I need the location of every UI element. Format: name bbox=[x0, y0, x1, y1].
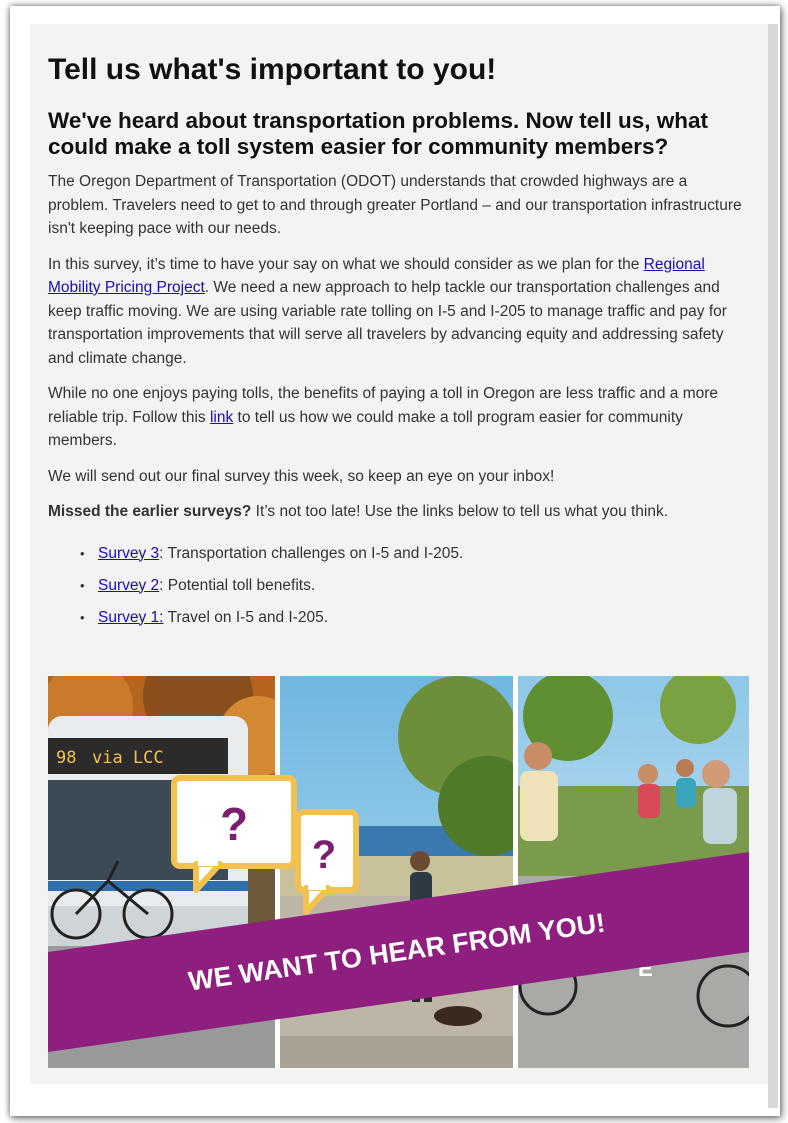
missed-surveys-bold: Missed the earlier surveys? bbox=[48, 503, 252, 520]
intro-paragraph: The Oregon Department of Transportation … bbox=[48, 173, 742, 237]
question-mark-icon: ? bbox=[312, 833, 336, 877]
survey-1-text: Travel on I-5 and I-205. bbox=[163, 608, 329, 626]
survey-1-link[interactable]: Survey 1: bbox=[98, 609, 163, 626]
survey-2-link[interactable]: Survey 2 bbox=[98, 577, 159, 594]
email-content: Tell us what's important to you! We've h… bbox=[30, 24, 768, 1084]
survey-link[interactable]: link bbox=[210, 409, 233, 426]
list-item: Survey 3: Transportation challenges on I… bbox=[80, 544, 748, 564]
list-item: Survey 1: Travel on I-5 and I-205. bbox=[80, 608, 748, 628]
tolls-paragraph: While no one enjoys paying tolls, the be… bbox=[48, 382, 748, 453]
project-paragraph: In this survey, it’s time to have your s… bbox=[48, 253, 748, 371]
missed-surveys-text: It’s not too late! Use the links below t… bbox=[251, 503, 669, 520]
bus-destination-sign: via LCC bbox=[92, 748, 164, 768]
page-subtitle: We've heard about transportation problem… bbox=[48, 108, 709, 159]
banner-illustration: 98 via LCC E ? ? WE WANT TO HEAR FROM YO… bbox=[48, 676, 749, 1068]
final-survey-paragraph: We will send out our final survey this w… bbox=[48, 467, 555, 485]
project-text-before: In this survey, it’s time to have your s… bbox=[48, 255, 644, 273]
missed-surveys-paragraph: Missed the earlier surveys? It’s not too… bbox=[48, 500, 748, 524]
survey-3-link[interactable]: Survey 3 bbox=[98, 545, 159, 562]
survey-banner-image[interactable]: 98 via LCC E ? ? WE WANT TO HEAR FROM YO… bbox=[48, 676, 749, 1068]
bus-route-number: 98 bbox=[56, 748, 76, 768]
survey-list: Survey 3: Transportation challenges on I… bbox=[80, 544, 748, 628]
right-scroll-edge bbox=[768, 24, 778, 1108]
question-mark-icon: ? bbox=[220, 798, 248, 850]
page-title: Tell us what's important to you! bbox=[48, 53, 497, 86]
survey-3-text: : Transportation challenges on I-5 and I… bbox=[159, 544, 464, 562]
bottom-strip bbox=[30, 1084, 768, 1108]
list-item: Survey 2: Potential toll benefits. bbox=[80, 576, 748, 596]
survey-2-text: : Potential toll benefits. bbox=[159, 576, 316, 594]
